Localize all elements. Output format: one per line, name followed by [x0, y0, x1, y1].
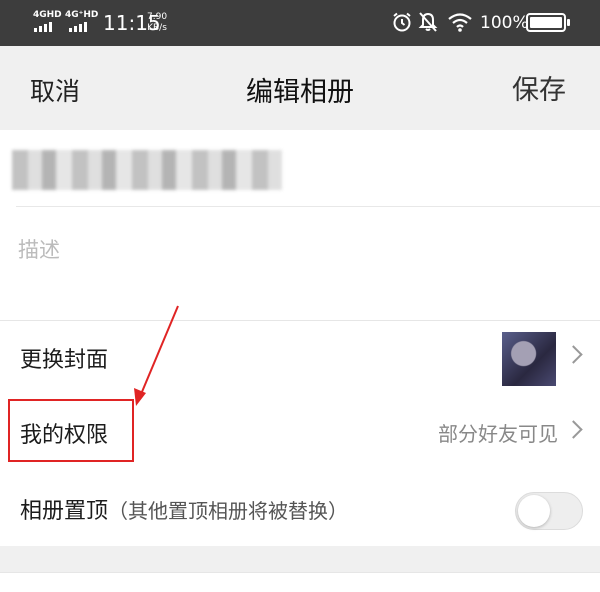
highlight-box	[8, 399, 134, 462]
annotation-arrow-icon	[134, 305, 179, 406]
